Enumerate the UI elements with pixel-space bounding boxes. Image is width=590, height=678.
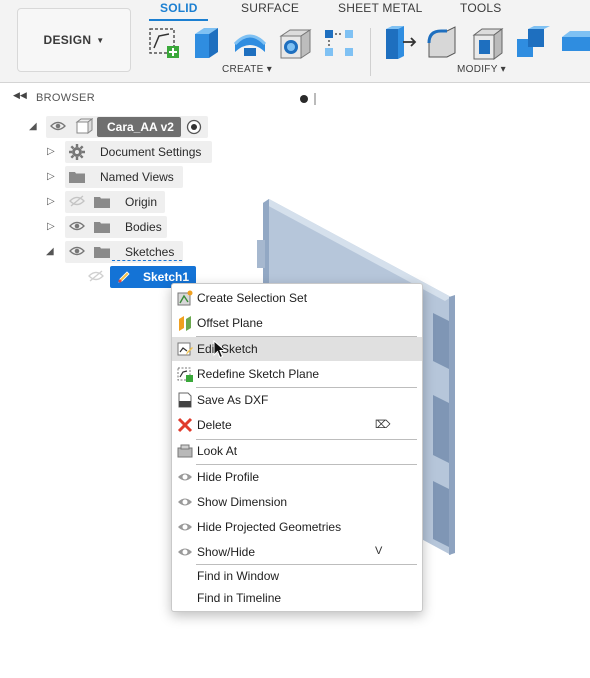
context-menu: Create Selection Set Offset Plane Edit S… [171,283,423,612]
menu-label: Find in Window [197,569,280,583]
menu-item-delete[interactable]: Delete ⌦ [172,413,422,437]
component-icon [75,118,93,134]
redefine-sketch-plane-icon [177,367,193,382]
create-group-label[interactable]: CREATE ▾ [222,64,272,75]
extrude-icon[interactable] [190,24,224,60]
root-component-label[interactable]: Cara_AA v2 [107,120,174,134]
tab-tools[interactable]: TOOLS [460,1,501,15]
combine-icon[interactable] [514,25,550,61]
menu-label: Hide Projected Geometries [197,520,342,534]
menu-label: Delete [197,418,232,432]
selection-set-icon [177,290,193,306]
menu-label: Hide Profile [197,470,260,484]
menu-label: Redefine Sketch Plane [197,367,320,381]
modify-group-label[interactable]: MODIFY ▾ [457,64,506,75]
menu-item-offset-plane[interactable]: Offset Plane [172,311,422,335]
tab-surface[interactable]: SURFACE [241,1,299,15]
edit-sketch-icon [177,342,193,356]
folder-icon [94,197,110,208]
menu-label: Offset Plane [197,316,263,330]
expand-triangle-icon[interactable]: ▷ [47,196,55,207]
tab-solid[interactable]: SOLID [160,1,198,15]
eye-hidden-icon[interactable] [69,195,85,207]
tab-sheet-metal[interactable]: SHEET METAL [338,1,422,15]
sketch-pencil-icon [118,271,130,283]
eye-icon [178,523,192,531]
dxf-file-icon [178,392,192,408]
menu-item-look-at[interactable]: Look At [172,439,422,463]
browser-title: BROWSER [36,92,95,104]
expand-triangle-icon[interactable]: ◢ [29,121,37,132]
eye-icon [178,548,192,556]
pattern-icon[interactable] [322,26,356,60]
folder-icon [94,247,110,258]
delete-shortcut: ⌦ [375,419,391,431]
tree-item-origin[interactable]: Origin [125,195,157,209]
expand-triangle-icon[interactable]: ▷ [47,146,55,157]
fillet-icon[interactable] [425,25,461,61]
active-tab-indicator [149,19,208,21]
activate-radio-icon[interactable] [186,119,202,135]
eye-icon[interactable] [69,220,85,232]
revolve-icon[interactable] [232,26,268,60]
expand-triangle-icon[interactable]: ▷ [47,171,55,182]
menu-item-save-as-dxf[interactable]: Save As DXF [172,388,422,412]
menu-item-hide-projected-geometries[interactable]: Hide Projected Geometries [172,515,422,539]
shell-icon[interactable] [470,25,506,61]
menu-item-show-dimension[interactable]: Show Dimension [172,490,422,514]
eye-icon[interactable] [50,120,66,132]
menu-item-create-selection-set[interactable]: Create Selection Set [172,286,422,310]
menu-label: Show/Hide [197,545,256,559]
eye-icon[interactable] [69,245,85,257]
menu-label: Find in Timeline [197,591,282,605]
press-pull-icon[interactable] [381,25,417,61]
tree-item-sketches[interactable]: Sketches [125,245,174,259]
collapse-triangle-icon[interactable]: ◢ [46,246,54,257]
tree-item-document-settings[interactable]: Document Settings [100,145,201,159]
design-label: DESIGN [43,33,92,47]
offset-plane-icon [179,316,191,331]
menu-label: Save As DXF [197,393,269,407]
delete-x-icon [177,417,193,433]
collapse-panel-icon[interactable]: ◀◀ [13,90,27,101]
folder-icon [94,222,110,233]
design-workspace-button[interactable]: DESIGN ▼ [17,8,131,72]
tree-item-sketch1[interactable]: Sketch1 [143,270,189,284]
menu-item-find-in-timeline[interactable]: Find in Timeline [172,586,422,610]
menu-label: Look At [197,444,238,458]
expand-triangle-icon[interactable]: ▷ [47,221,55,232]
eye-icon [178,498,192,506]
browser-header: ◀◀ BROWSER [0,87,320,109]
panel-resize-handle[interactable] [314,93,316,105]
show-hide-shortcut: V [375,545,383,557]
eye-hidden-icon[interactable] [88,270,104,282]
menu-item-edit-sketch[interactable]: Edit Sketch [172,337,422,361]
menu-item-hide-profile[interactable]: Hide Profile [172,465,422,489]
pin-icon[interactable] [300,95,308,103]
menu-label: Show Dimension [197,495,288,509]
tree-item-bodies[interactable]: Bodies [125,220,162,234]
menu-label: Create Selection Set [197,291,308,305]
menu-item-show-hide[interactable]: Show/Hide V [172,540,422,564]
drop-indicator [112,260,182,261]
menu-item-find-in-window[interactable]: Find in Window [172,564,422,588]
menu-item-redefine-sketch-plane[interactable]: Redefine Sketch Plane [172,362,422,386]
tree-item-named-views[interactable]: Named Views [100,170,174,184]
hole-icon[interactable] [278,26,314,60]
mouse-cursor-icon [213,340,227,359]
folder-icon [69,172,85,183]
scale-icon[interactable] [558,25,590,61]
group-divider [370,28,371,76]
gear-icon [69,144,85,160]
look-at-icon [177,444,193,458]
chevron-down-icon: ▼ [96,35,105,45]
toolbar: DESIGN ▼ SOLID SURFACE SHEET METAL TOOLS… [0,0,590,83]
menu-label: Edit Sketch [197,342,258,356]
create-sketch-icon[interactable] [147,26,181,60]
eye-icon [178,473,192,481]
